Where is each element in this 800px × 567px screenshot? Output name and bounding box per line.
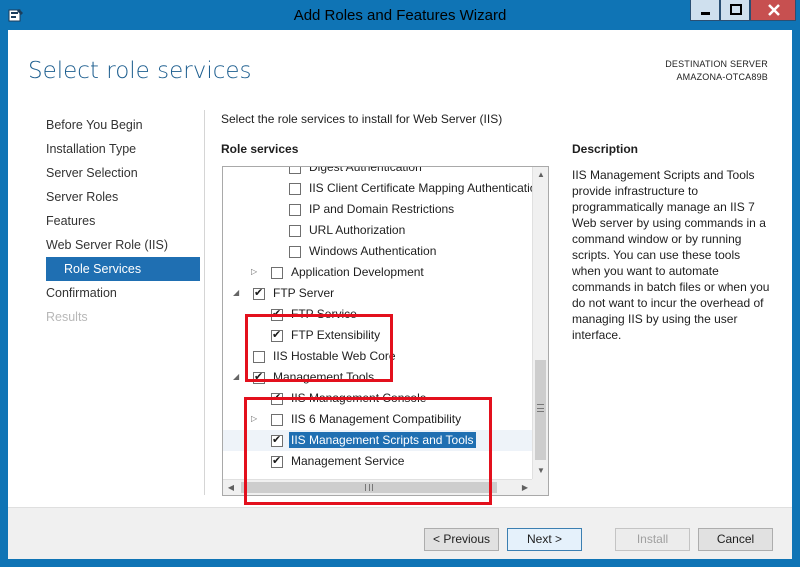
tree-row-url-authorization[interactable]: URL Authorization — [223, 220, 533, 241]
window-title: Add Roles and Features Wizard — [293, 7, 507, 24]
horizontal-scroll-thumb[interactable] — [241, 482, 497, 493]
checkbox[interactable] — [289, 204, 301, 216]
nav-item-results: Results — [46, 310, 88, 324]
tree-row-management-tools[interactable]: ◢ Management Tools — [223, 367, 533, 388]
scroll-up-icon[interactable]: ▲ — [533, 167, 548, 183]
destination-label: DESTINATION SERVER — [665, 59, 768, 69]
tree-row-iis6-management-compat[interactable]: ▷ IIS 6 Management Compatibility — [223, 409, 533, 430]
expand-arrow-icon[interactable]: ▷ — [251, 413, 261, 425]
tree-row-label: IIS Hostable Web Core — [273, 349, 396, 363]
tree-row-application-development[interactable]: ▷ Application Development — [223, 262, 533, 283]
checkbox[interactable] — [253, 351, 265, 363]
grip-icon — [537, 404, 544, 412]
destination-server: DESTINATION SERVER AMAZONA-OTCA89B — [665, 58, 768, 84]
checkbox[interactable] — [271, 391, 283, 405]
nav-item-server-roles[interactable]: Server Roles — [46, 185, 200, 209]
checkbox[interactable] — [289, 225, 301, 237]
maximize-button[interactable] — [720, 0, 750, 21]
minimize-icon — [701, 12, 710, 15]
wizard-footer: < Previous Next > Install Cancel — [8, 507, 792, 559]
tree-row-label: Management Service — [291, 454, 405, 468]
page-title: Select role services — [28, 58, 252, 84]
description-heading: Description — [572, 142, 639, 156]
instruction-text: Select the role services to install for … — [221, 112, 503, 126]
vertical-scroll-thumb[interactable] — [535, 360, 546, 460]
checkbox[interactable] — [289, 183, 301, 195]
previous-button[interactable]: < Previous — [424, 528, 499, 551]
nav-item-role-services[interactable]: Role Services — [46, 257, 200, 281]
tree-row-label: Application Development — [291, 265, 424, 279]
destination-server-name: AMAZONA-OTCA89B — [676, 72, 768, 82]
nav-item-installation-type[interactable]: Installation Type — [46, 137, 200, 161]
wizard-window: Add Roles and Features Wizard Select rol… — [0, 0, 800, 567]
maximize-icon — [730, 4, 742, 15]
checkbox[interactable] — [289, 246, 301, 258]
checkbox[interactable] — [271, 328, 283, 342]
tree-row-label: IP and Domain Restrictions — [309, 202, 455, 216]
grip-icon — [365, 484, 373, 491]
minimize-button[interactable] — [690, 0, 720, 21]
checkbox[interactable] — [271, 267, 283, 279]
checkbox[interactable] — [253, 370, 265, 384]
checkbox[interactable] — [271, 414, 283, 426]
collapse-arrow-icon[interactable]: ◢ — [233, 287, 243, 299]
nav-divider — [204, 110, 205, 495]
cancel-button[interactable]: Cancel — [698, 528, 773, 551]
scroll-left-icon[interactable]: ◀ — [223, 480, 239, 495]
checkbox[interactable] — [271, 433, 283, 447]
tree-row-label: IIS 6 Management Compatibility — [291, 412, 462, 426]
next-button[interactable]: Next > — [507, 528, 582, 551]
tree-row-digest-authentication[interactable]: Digest Authentication — [223, 166, 533, 178]
horizontal-scrollbar[interactable]: ◀ ▶ — [223, 479, 533, 495]
checkbox[interactable] — [271, 307, 283, 321]
vertical-scrollbar[interactable]: ▲ ▼ — [532, 167, 548, 479]
tree-row-iis-hostable-web-core[interactable]: IIS Hostable Web Core — [223, 346, 533, 367]
checkbox[interactable] — [271, 454, 283, 468]
tree-row-windows-authentication[interactable]: Windows Authentication — [223, 241, 533, 262]
role-services-tree[interactable]: Digest Authentication IIS Client Certifi… — [222, 166, 549, 496]
tree-row-label: IIS Management Scripts and Tools — [289, 432, 476, 448]
tree-row-label: URL Authorization — [309, 223, 406, 237]
checkbox[interactable] — [253, 286, 265, 300]
tree-row-label: FTP Server — [273, 286, 335, 300]
scrollbar-corner — [532, 479, 548, 495]
tree-row-label: Management Tools — [273, 370, 375, 384]
nav-item-before-you-begin[interactable]: Before You Begin — [46, 113, 200, 137]
wizard-client-area: Select role services DESTINATION SERVER … — [8, 30, 792, 559]
tree-row-ftp-server[interactable]: ◢ FTP Server — [223, 283, 533, 304]
role-services-heading: Role services — [221, 142, 299, 156]
tree-row-iis-management-console[interactable]: IIS Management Console — [223, 388, 533, 409]
tree-row-ip-domain-restrictions[interactable]: IP and Domain Restrictions — [223, 199, 533, 220]
nav-item-web-server-role[interactable]: Web Server Role (IIS) — [46, 233, 200, 257]
scroll-right-icon[interactable]: ▶ — [517, 480, 533, 495]
tree-rows: Digest Authentication IIS Client Certifi… — [223, 166, 543, 472]
description-text: IIS Management Scripts and Tools provide… — [572, 168, 770, 342]
tree-row-label: Digest Authentication — [309, 166, 422, 174]
checkbox[interactable] — [289, 167, 301, 174]
close-button[interactable] — [750, 0, 796, 21]
tree-row-ftp-service[interactable]: FTP Service — [223, 304, 533, 325]
tree-row-label: IIS Management Console — [291, 391, 427, 405]
expand-arrow-icon[interactable]: ▷ — [251, 266, 261, 278]
tree-row-label: IIS Client Certificate Mapping Authentic… — [309, 181, 544, 195]
tree-row-iis-client-certificate[interactable]: IIS Client Certificate Mapping Authentic… — [223, 178, 543, 199]
wizard-nav: Before You Begin Installation Type Serve… — [46, 113, 200, 329]
tree-row-label: FTP Extensibility — [291, 328, 381, 342]
tree-row-label: FTP Service — [291, 307, 357, 321]
tree-row-ftp-extensibility[interactable]: FTP Extensibility — [223, 325, 533, 346]
title-bar: Add Roles and Features Wizard — [0, 0, 800, 30]
tree-row-iis-management-scripts[interactable]: IIS Management Scripts and Tools — [223, 430, 533, 451]
install-button: Install — [615, 528, 690, 551]
scroll-down-icon[interactable]: ▼ — [533, 463, 548, 479]
tree-row-label: Windows Authentication — [309, 244, 437, 258]
nav-item-confirmation[interactable]: Confirmation — [46, 281, 200, 305]
nav-item-features[interactable]: Features — [46, 209, 200, 233]
nav-item-server-selection[interactable]: Server Selection — [46, 161, 200, 185]
tree-row-management-service[interactable]: Management Service — [223, 451, 533, 472]
collapse-arrow-icon[interactable]: ◢ — [233, 371, 243, 383]
close-icon — [768, 4, 780, 16]
